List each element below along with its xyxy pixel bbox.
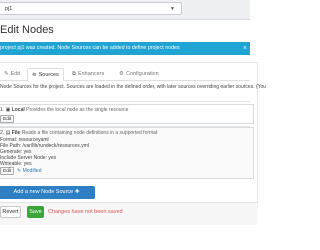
source-local-header: 1. ▣ Local Provides the local node as th… — [0, 107, 128, 113]
tab-sources-label: Sources — [38, 72, 59, 78]
source-index: 2. — [0, 130, 5, 136]
gear-icon: ⚙ — [119, 71, 124, 77]
tab-configuration[interactable]: ⚙ Configuration — [115, 68, 173, 80]
file-icon: ▤ — [5, 130, 11, 136]
page-title: Edit Nodes — [0, 24, 54, 36]
tab-edit[interactable]: ✎ Edit — [0, 68, 26, 80]
project-select-value: pj1 — [5, 6, 13, 12]
pencil-icon: ✎ — [4, 71, 9, 77]
source-summary: Provides the local node as the single re… — [26, 107, 129, 113]
sources-description: Node Sources for the project. Sources ar… — [0, 84, 267, 90]
info-alert: project pj1 was created. Node Sources ca… — [0, 42, 250, 55]
add-node-source-label: Add a new Node Source — [13, 189, 74, 195]
source-name: File — [11, 130, 21, 136]
project-select[interactable]: pj1 ▼ — [0, 2, 182, 15]
tab-enhancers-label: Enhancers — [77, 71, 105, 77]
tab-bar: ✎ Edit ≋ Sources ⧉ Enhancers ⚙ Configuration — [0, 68, 250, 81]
top-bar: pj1 ▼ — [0, 0, 250, 20]
chevron-down-icon: ▼ — [170, 6, 175, 12]
revert-button[interactable]: Revert — [0, 206, 21, 218]
layers-icon: ⧉ — [72, 71, 76, 77]
tab-configuration-label: Configuration — [125, 71, 159, 77]
unsaved-changes-text: Changes have not been saved — [48, 209, 123, 215]
edit-source-file-button[interactable]: Edit — [0, 167, 15, 175]
source-index: 1. — [0, 107, 5, 113]
plus-icon: ✚ — [74, 189, 80, 195]
source-prop: Writeable: yes — [0, 160, 32, 167]
save-button[interactable]: Save — [27, 206, 44, 218]
alert-message: project pj1 was created. Node Sources ca… — [0, 45, 180, 51]
tab-sources[interactable]: ≋ Sources — [27, 68, 64, 81]
pencil-icon: ✎ — [17, 168, 22, 174]
add-node-source-button[interactable]: Add a new Node Source ✚ — [0, 186, 95, 199]
terminal-icon: ▣ — [5, 107, 11, 113]
tab-edit-label: Edit — [10, 71, 21, 77]
stack-icon: ≋ — [32, 72, 37, 78]
divider — [0, 101, 250, 102]
edit-source-local-button[interactable]: Edit — [0, 115, 15, 123]
source-summary: Reads a file containing node definitions… — [21, 130, 158, 136]
source-file-header: 2. ▤ File Reads a file containing node d… — [0, 130, 157, 136]
tab-enhancers[interactable]: ⧉ Enhancers — [68, 68, 113, 80]
close-icon[interactable]: × — [243, 42, 247, 55]
source-name: Local — [11, 107, 25, 113]
modified-label: Modified — [22, 168, 42, 174]
modified-badge: ✎ Modified — [17, 168, 42, 174]
